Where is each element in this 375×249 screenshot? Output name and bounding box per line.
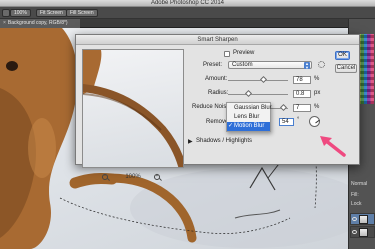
- dialog-title: Smart Sharpen: [76, 35, 359, 45]
- angle-unit: °: [297, 117, 300, 123]
- preview-pane[interactable]: [82, 49, 184, 168]
- blend-mode-label[interactable]: Normal: [351, 181, 367, 187]
- layer-row[interactable]: [350, 226, 375, 238]
- remove-label: Remove: [206, 119, 229, 125]
- reduce-noise-unit: %: [314, 104, 320, 110]
- reduce-noise-field[interactable]: 7: [293, 104, 311, 112]
- ok-button[interactable]: OK: [335, 51, 350, 60]
- reduce-noise-label: Reduce Noise: [192, 104, 230, 110]
- document-tab[interactable]: × Background copy, RGB/8*): [0, 19, 80, 28]
- select-arrows-icon: ▲ ▼: [304, 61, 310, 70]
- fill-label: Fill:: [351, 192, 359, 198]
- preview-checkbox[interactable]: [224, 51, 230, 57]
- zoom-in-icon[interactable]: +: [154, 173, 160, 180]
- amount-unit: %: [314, 76, 320, 82]
- preset-select[interactable]: Custom ▲ ▼: [228, 61, 312, 69]
- radius-slider-track[interactable]: [228, 94, 288, 95]
- remove-dropdown-menu: Gaussian Blur Lens Blur ✓ Motion Blur: [226, 102, 272, 132]
- radius-slider-thumb[interactable]: [244, 89, 253, 98]
- preset-value: Custom: [232, 62, 253, 68]
- app-title-bar: Adobe Photoshop CC 2014: [0, 0, 375, 7]
- document-tab-bar: × Background copy, RGB/8*): [0, 19, 348, 28]
- menu-item-lens-blur[interactable]: Lens Blur: [227, 113, 270, 122]
- preset-label: Preset:: [203, 62, 223, 68]
- cancel-button[interactable]: Cancel: [335, 64, 357, 73]
- zoom-out-icon[interactable]: −: [102, 173, 108, 180]
- zoom-100-button[interactable]: 100%: [10, 9, 31, 17]
- angle-field[interactable]: 54: [279, 118, 294, 126]
- annotation-arrow: [320, 136, 346, 157]
- radius-label: Radius:: [208, 90, 229, 96]
- disclosure-triangle-icon[interactable]: ▶: [188, 138, 193, 145]
- reduce-noise-slider-thumb[interactable]: [279, 103, 288, 112]
- scroll-all-button[interactable]: [2, 9, 10, 17]
- visibility-eye-icon[interactable]: [352, 230, 357, 234]
- preview-image: [83, 50, 183, 167]
- preview-label: Preview: [233, 50, 255, 56]
- menu-item-motion-blur[interactable]: ✓ Motion Blur: [227, 122, 270, 131]
- radius-unit: px: [314, 90, 321, 96]
- visibility-eye-icon[interactable]: [352, 217, 357, 221]
- angle-dial-icon[interactable]: [309, 116, 320, 127]
- close-tab-icon[interactable]: ×: [3, 20, 6, 26]
- app-title: Adobe Photoshop CC 2014: [150, 0, 225, 6]
- fit-screen-button[interactable]: Fit Screen: [36, 9, 67, 17]
- options-bar: 100% Fit Screen Fill Screen: [0, 7, 375, 19]
- amount-label: Amount:: [205, 76, 228, 82]
- preview-zoom-controls: − 100% +: [82, 173, 184, 182]
- layer-thumbnail: [359, 215, 368, 224]
- amount-slider-track[interactable]: [228, 80, 288, 81]
- radius-field[interactable]: 0.8: [293, 90, 311, 98]
- layer-row[interactable]: [350, 213, 375, 225]
- lock-label: Lock: [351, 201, 362, 207]
- amount-slider-thumb[interactable]: [259, 75, 268, 84]
- amount-field[interactable]: 78: [293, 76, 311, 84]
- menu-item-gaussian-blur[interactable]: Gaussian Blur: [227, 104, 272, 113]
- gear-icon[interactable]: [318, 61, 325, 68]
- layer-thumbnail: [359, 228, 368, 237]
- checkmark-icon: ✓: [228, 123, 234, 129]
- fill-screen-button[interactable]: Fill Screen: [66, 9, 98, 17]
- preview-zoom-value: 100%: [125, 174, 141, 180]
- menu-item-motion-blur-label: Motion Blur: [234, 123, 265, 129]
- shadows-highlights-label[interactable]: Shadows / Highlights: [196, 138, 252, 144]
- document-tab-label: Background copy, RGB/8*): [7, 20, 68, 26]
